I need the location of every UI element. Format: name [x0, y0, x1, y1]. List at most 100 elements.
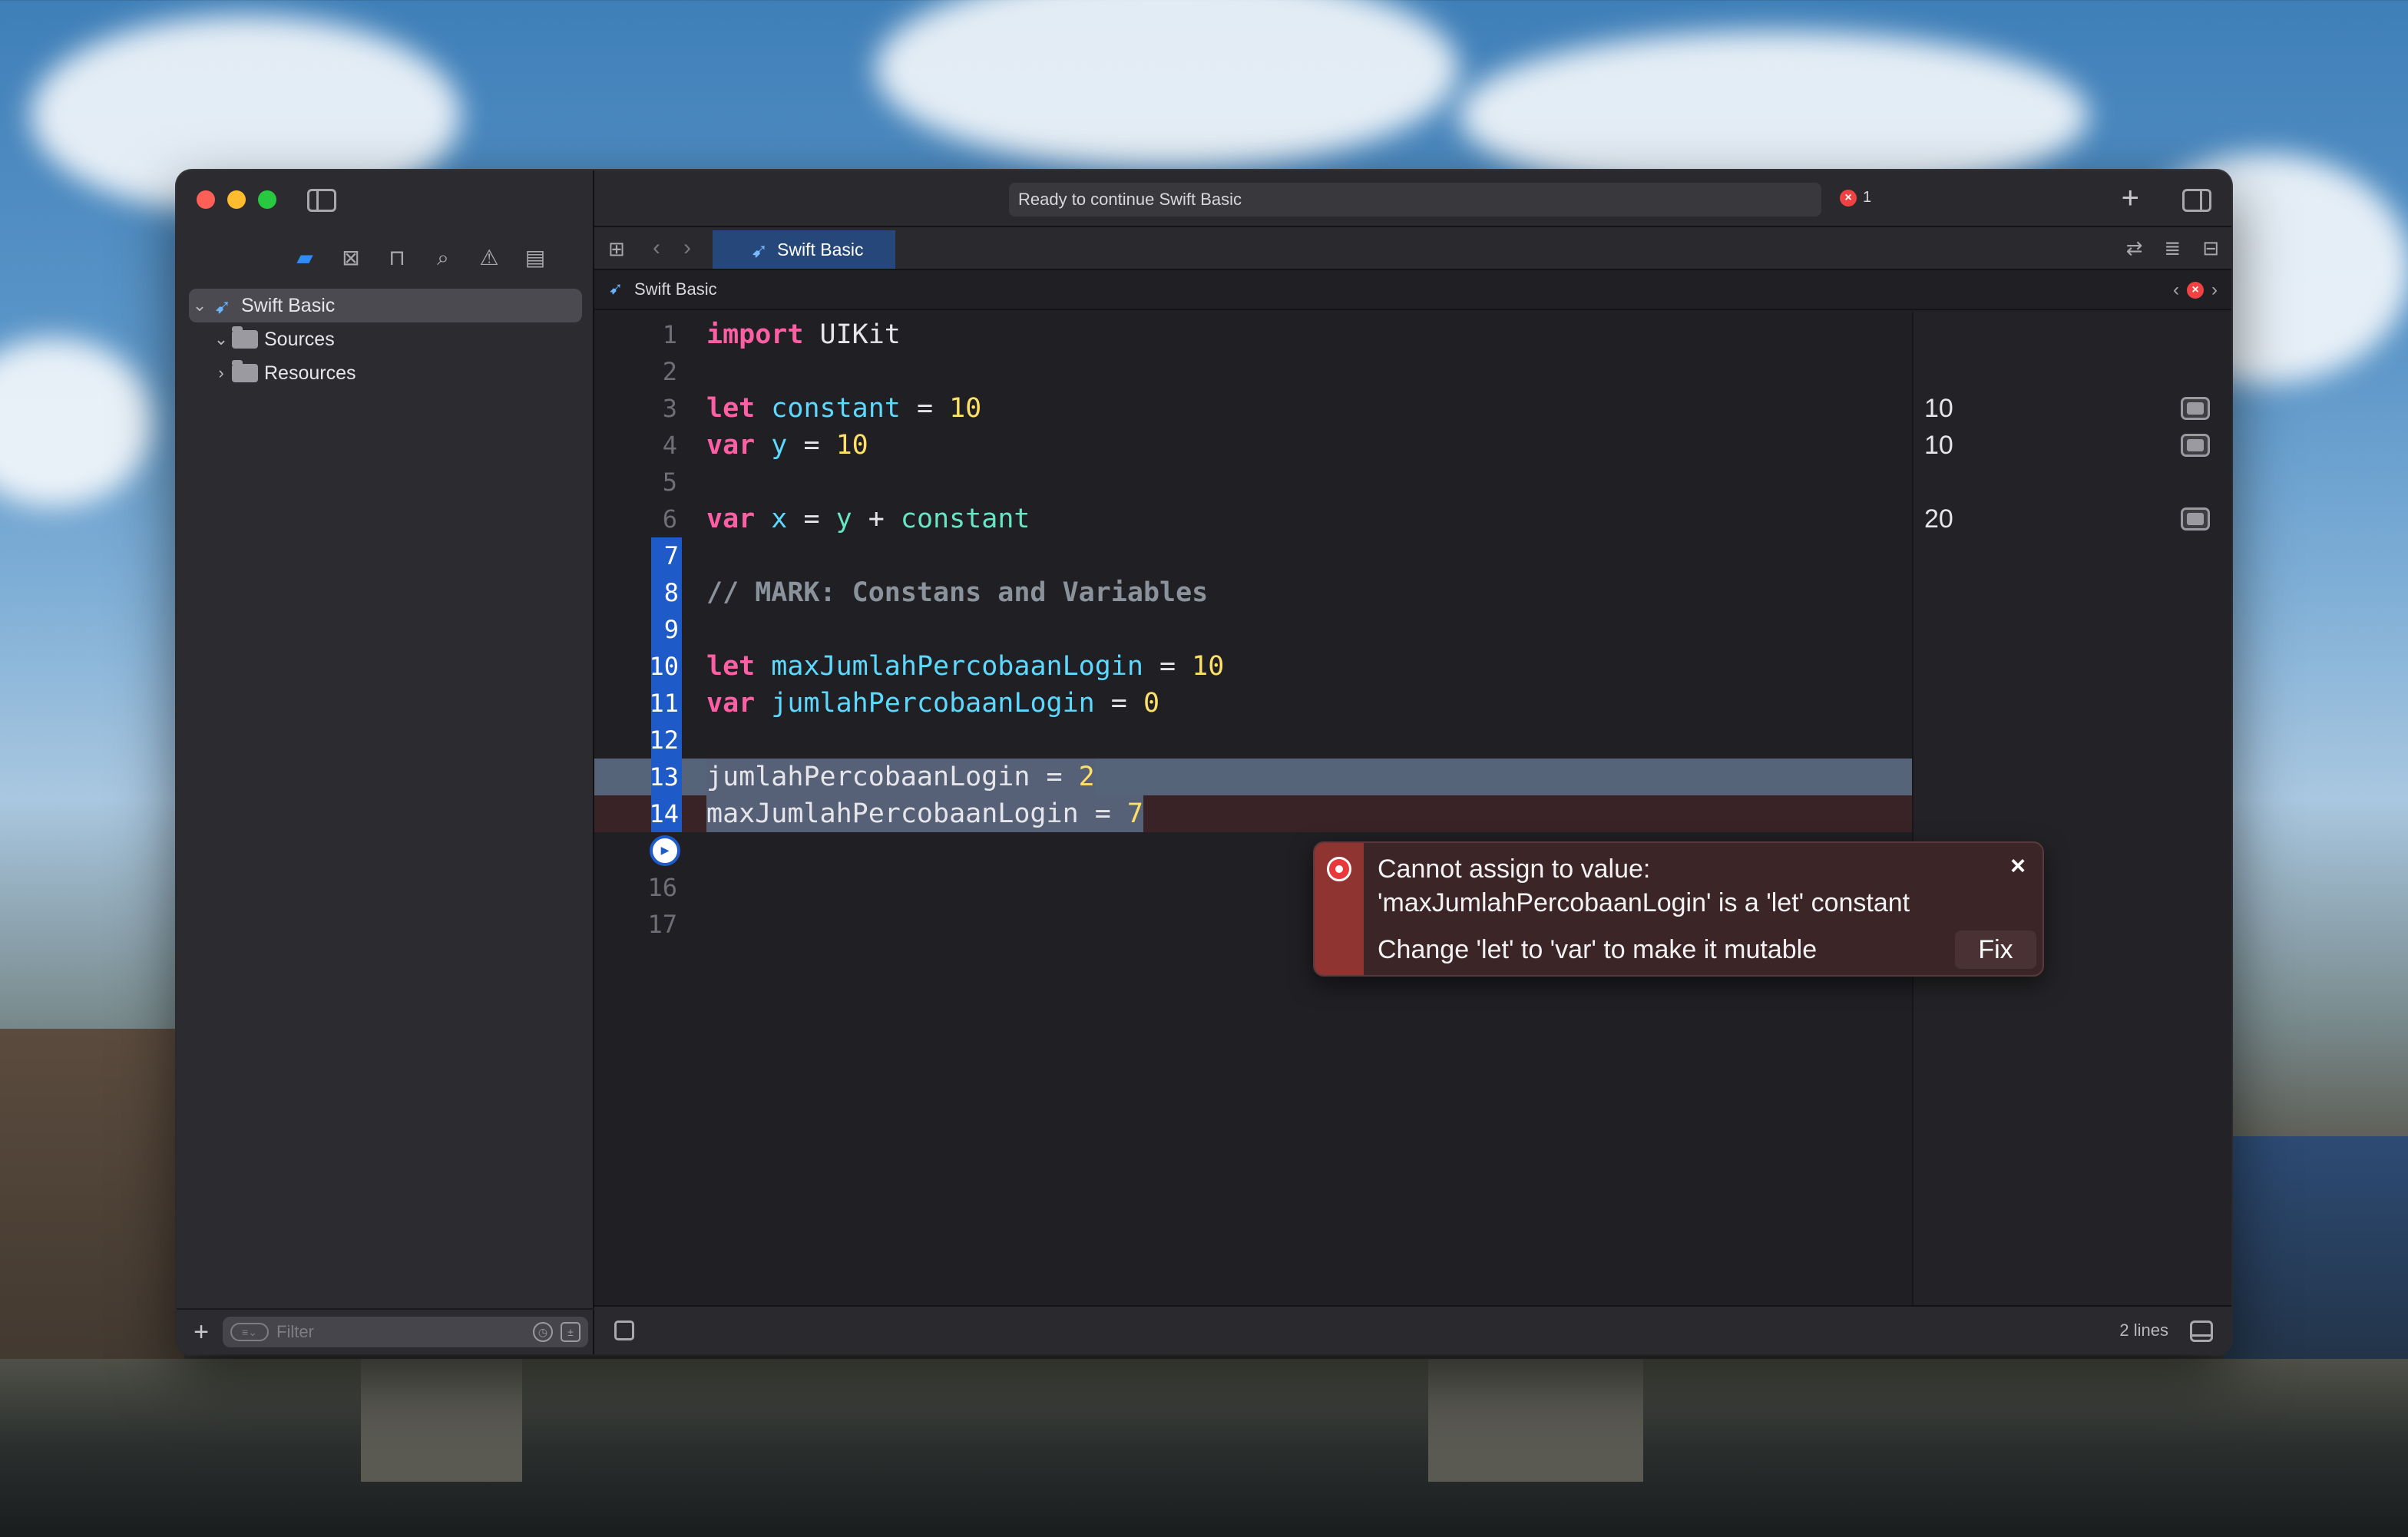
- toggle-inspector-icon[interactable]: [2182, 189, 2211, 212]
- recent-files-icon[interactable]: ◷: [533, 1322, 553, 1342]
- show-result-icon[interactable]: [2181, 434, 2210, 457]
- show-result-icon[interactable]: [2181, 397, 2210, 420]
- code-line[interactable]: 5: [594, 464, 1912, 501]
- add-icon[interactable]: +: [190, 1317, 212, 1347]
- run-playground-icon[interactable]: ▶: [650, 835, 680, 866]
- chevron-left-icon[interactable]: ‹: [2173, 279, 2179, 301]
- code-line[interactable]: 9: [594, 611, 1912, 648]
- code-line[interactable]: 14 maxJumlahPercobaanLogin = 7: [594, 795, 1912, 832]
- error-popup: Cannot assign to value: 'maxJumlahPercob…: [1313, 841, 2044, 977]
- swift-icon: ➹: [608, 279, 624, 298]
- chevron-right-icon[interactable]: ›: [210, 363, 232, 383]
- symbol-hierarchy-icon[interactable]: ⊓: [382, 243, 412, 273]
- wallpaper-pier: [1428, 1359, 1643, 1482]
- code-line[interactable]: 7: [594, 537, 1912, 574]
- error-badge[interactable]: × 1: [1840, 189, 1871, 207]
- report-icon[interactable]: ▤: [520, 243, 551, 273]
- swift-icon: ➹: [214, 295, 231, 318]
- jump-bar: ➹ Swift Basic ‹ × ›: [594, 270, 2231, 310]
- folder-icon[interactable]: ▰: [289, 243, 320, 273]
- error-count: 1: [1863, 189, 1872, 206]
- code-line[interactable]: 3 let constant = 10: [594, 390, 1912, 427]
- split-editor-icon[interactable]: ⊟: [2202, 236, 2219, 260]
- issue-navigation: ‹ × ›: [2173, 279, 2218, 301]
- code-text: jumlahPercobaanLogin = 2: [706, 759, 1095, 795]
- editor-options-icon[interactable]: ≣: [2164, 236, 2181, 260]
- warning-icon[interactable]: ⚠: [474, 243, 504, 273]
- swap-icon[interactable]: ⇄: [2126, 236, 2143, 260]
- code-token: 2: [1078, 762, 1095, 792]
- line-number: 4: [662, 431, 677, 460]
- close-window-button[interactable]: [197, 190, 215, 209]
- close-icon[interactable]: ×: [2006, 853, 2030, 879]
- filter-field[interactable]: ≡⌄ Filter ◷ ±: [223, 1317, 588, 1347]
- swift-icon: ➹: [751, 239, 768, 262]
- code-editor[interactable]: 1 import UIKit 2 3 let constant = 10 4 var y =…: [594, 312, 1912, 1305]
- tree-item-sources[interactable]: ⌄ Sources: [189, 322, 582, 356]
- code-line[interactable]: 1 import UIKit: [594, 316, 1912, 353]
- jump-bar-file[interactable]: Swift Basic: [634, 279, 717, 299]
- code-text: import UIKit: [706, 316, 901, 353]
- folder-icon: [232, 326, 258, 349]
- code-token: x: [771, 504, 788, 534]
- code-token: let: [706, 651, 756, 682]
- search-icon[interactable]: ⌕: [428, 243, 458, 273]
- tab-swift-basic[interactable]: ➹ Swift Basic: [713, 230, 895, 269]
- code-line[interactable]: 6 var x = y + constant: [594, 501, 1912, 537]
- code-text: var jumlahPercobaanLogin = 0: [706, 685, 1159, 722]
- tree-item-project[interactable]: ⌄ ➹ Swift Basic: [189, 289, 582, 322]
- code-text: let constant = 10: [706, 390, 981, 427]
- code-line[interactable]: 10 let maxJumlahPercobaanLogin = 10: [594, 648, 1912, 685]
- chevron-right-icon[interactable]: ›: [683, 235, 691, 261]
- code-token: var: [706, 430, 756, 461]
- debug-area-toggle-icon[interactable]: [614, 1320, 634, 1340]
- filter-options-icon[interactable]: ≡⌄: [230, 1323, 269, 1341]
- tab-bar: ⊞ ‹ › ➹ Swift Basic ⇄ ≣ ⊟: [594, 227, 2231, 270]
- code-line[interactable]: 4 var y = 10: [594, 427, 1912, 464]
- toggle-debug-area-icon[interactable]: [2190, 1320, 2213, 1342]
- code-line[interactable]: 8 // MARK: Constans and Variables: [594, 574, 1912, 611]
- add-library-icon[interactable]: +: [2122, 181, 2139, 216]
- related-items-icon[interactable]: ⊞: [608, 238, 630, 259]
- toggle-sidebar-icon[interactable]: [307, 189, 336, 212]
- code-line[interactable]: 2: [594, 353, 1912, 390]
- code-line[interactable]: 11 var jumlahPercobaanLogin = 0: [594, 685, 1912, 722]
- line-number: 5: [662, 468, 677, 497]
- wallpaper-cloud: [875, 0, 1459, 169]
- line-count: 2 lines: [2119, 1320, 2168, 1340]
- fix-it-message: Change 'let' to 'var' to make it mutable: [1378, 935, 1818, 964]
- code-token: jumlahPercobaanLogin: [706, 762, 1030, 792]
- tree-item-resources[interactable]: › Resources: [189, 356, 582, 390]
- code-token: var: [706, 504, 756, 534]
- chevron-down-icon[interactable]: ⌄: [210, 329, 232, 349]
- chevron-left-icon[interactable]: ‹: [653, 235, 660, 261]
- code-line[interactable]: 12: [594, 722, 1912, 759]
- code-token: 10: [949, 393, 982, 424]
- error-icon: [1327, 857, 1351, 881]
- code-token: =: [787, 504, 836, 534]
- line-number: 1: [662, 320, 677, 349]
- code-token: =: [1078, 798, 1127, 829]
- source-control-icon[interactable]: ⊠: [336, 243, 366, 273]
- line-number: 10: [649, 652, 679, 681]
- navigator-sidebar: ▰ ⊠ ⊓ ⌕ ⚠ ▤ ⌄ ➹ Swift Basic ⌄ Sources › …: [177, 170, 594, 1354]
- code-line[interactable]: 13 jumlahPercobaanLogin = 2: [594, 759, 1912, 795]
- chevron-down-icon[interactable]: ⌄: [189, 296, 210, 316]
- project-tree: ⌄ ➹ Swift Basic ⌄ Sources › Resources: [189, 289, 582, 390]
- wallpaper-pier: [361, 1359, 522, 1482]
- minimize-window-button[interactable]: [227, 190, 246, 209]
- error-icon[interactable]: ×: [2187, 282, 2204, 299]
- tree-item-label: Resources: [264, 362, 356, 384]
- results-sidebar: 10 10 20: [1912, 312, 2231, 1305]
- code-token: var: [706, 688, 756, 719]
- fix-button[interactable]: Fix: [1955, 930, 2036, 969]
- source-control-filter-icon[interactable]: ±: [561, 1322, 580, 1342]
- code-text: let maxJumlahPercobaanLogin = 10: [706, 648, 1224, 685]
- show-result-icon[interactable]: [2181, 507, 2210, 531]
- zoom-window-button[interactable]: [258, 190, 276, 209]
- project-name: Swift Basic: [241, 294, 336, 316]
- chevron-right-icon[interactable]: ›: [2211, 279, 2218, 301]
- line-number: 9: [663, 615, 679, 644]
